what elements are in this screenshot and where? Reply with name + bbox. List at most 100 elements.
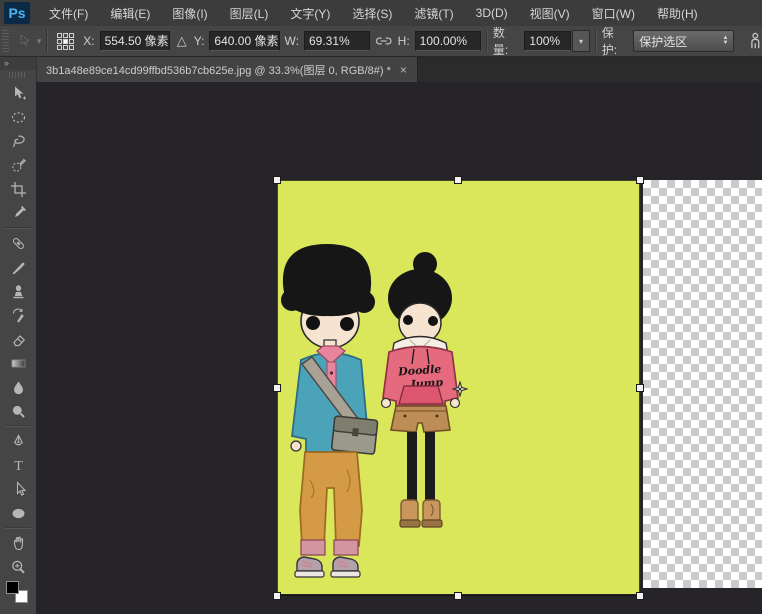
protect-dropdown-value: 保护选区: [639, 33, 687, 50]
transform-reference-point-icon[interactable]: [452, 381, 468, 397]
transform-handle-top-center[interactable]: [454, 176, 462, 184]
eyedropper-tool-button[interactable]: [3, 201, 33, 225]
blur-tool-button[interactable]: [3, 375, 33, 399]
width-label: W:: [285, 34, 299, 48]
elliptical-marquee-tool-button[interactable]: [3, 105, 33, 129]
amount-dropdown-button[interactable]: ▾: [572, 30, 590, 52]
menu-edit[interactable]: 编辑(E): [99, 0, 161, 26]
transform-handle-middle-left[interactable]: [273, 384, 281, 392]
menu-layer[interactable]: 图层(L): [219, 0, 280, 26]
dodge-tool-icon: [10, 403, 27, 420]
protect-dropdown[interactable]: 保护选区 ▲▼: [633, 30, 734, 52]
clone-stamp-tool-button[interactable]: [3, 279, 33, 303]
menu-view[interactable]: 视图(V): [519, 0, 581, 26]
menu-3d[interactable]: 3D(D): [465, 0, 519, 26]
document-tab-title: 3b1a48e89ce14cd99ffbd536b7cb625e.jpg @ 3…: [46, 62, 391, 78]
shape-tool-icon: [10, 505, 27, 522]
brush-tool-icon: [10, 259, 27, 276]
color-swatches[interactable]: [6, 581, 30, 593]
relative-position-toggle[interactable]: △: [175, 33, 189, 49]
photoshop-window: Ps 文件(F) 编辑(E) 图像(I) 图层(L) 文字(Y) 选择(S) 滤…: [0, 0, 762, 614]
healing-brush-tool-button[interactable]: [3, 231, 33, 255]
close-icon[interactable]: ×: [400, 63, 407, 77]
hand-tool-button[interactable]: [3, 531, 33, 555]
transform-handle-bottom-right[interactable]: [636, 592, 644, 600]
crop-tool-icon: [10, 181, 27, 198]
transform-handle-bottom-center[interactable]: [454, 592, 462, 600]
type-tool-icon: T: [10, 457, 27, 474]
menu-select[interactable]: 选择(S): [341, 0, 403, 26]
menu-help[interactable]: 帮助(H): [646, 0, 709, 26]
chevron-down-icon: ▾: [37, 36, 42, 47]
divider: [46, 29, 48, 53]
gradient-tool-button[interactable]: [3, 351, 33, 375]
history-brush-tool-icon: [10, 307, 27, 324]
transform-handle-bottom-left[interactable]: [273, 592, 281, 600]
clone-stamp-tool-icon: [10, 283, 27, 300]
menu-window[interactable]: 窗口(W): [581, 0, 646, 26]
move-tool-button[interactable]: [3, 81, 33, 105]
transform-handle-top-left[interactable]: [273, 176, 281, 184]
protect-skin-tones-icon[interactable]: [749, 32, 762, 50]
y-label: Y:: [194, 34, 205, 48]
menu-filter[interactable]: 滤镜(T): [403, 0, 464, 26]
elliptical-marquee-tool-icon: [10, 109, 27, 126]
divider: [5, 527, 31, 529]
menu-file[interactable]: 文件(F): [38, 0, 99, 26]
tools-panel-grip[interactable]: [9, 72, 27, 78]
options-bar-grip[interactable]: [2, 30, 9, 52]
gradient-tool-icon: [10, 355, 27, 372]
tool-preset-icon: [18, 34, 34, 48]
crop-tool-button[interactable]: [3, 177, 33, 201]
zoom-tool-icon: [10, 559, 27, 576]
tools-panel: »: [0, 57, 37, 614]
type-tool-button[interactable]: T: [3, 453, 33, 477]
link-dimensions-icon[interactable]: [375, 35, 392, 47]
document-tab-bar: 3b1a48e89ce14cd99ffbd536b7cb625e.jpg @ 3…: [36, 57, 762, 82]
reference-point-locator[interactable]: [57, 33, 74, 50]
amount-label: 数量:: [493, 24, 520, 58]
updown-arrows-icon: ▲▼: [722, 36, 728, 46]
height-label: H:: [398, 34, 410, 48]
divider: [5, 227, 31, 229]
brush-tool-button[interactable]: [3, 255, 33, 279]
pen-tool-button[interactable]: [3, 429, 33, 453]
history-brush-tool-button[interactable]: [3, 303, 33, 327]
quick-selection-tool-icon: [10, 157, 27, 174]
divider: [486, 29, 488, 53]
divider: [5, 425, 31, 427]
transform-handle-middle-right[interactable]: [636, 384, 644, 392]
pen-tool-icon: [10, 433, 27, 450]
tool-preset-picker[interactable]: ▾: [18, 34, 42, 48]
lasso-tool-icon: [10, 133, 27, 150]
photoshop-logo: Ps: [4, 2, 30, 24]
shape-tool-button[interactable]: [3, 501, 33, 525]
height-percent-input[interactable]: 100.00%: [415, 31, 481, 51]
healing-brush-tool-icon: [10, 235, 27, 252]
y-position-input[interactable]: 640.00 像素: [209, 31, 279, 51]
menu-type[interactable]: 文字(Y): [279, 0, 341, 26]
document-workspace[interactable]: Doodle Jump: [36, 82, 762, 614]
lasso-tool-button[interactable]: [3, 129, 33, 153]
svg-text:T: T: [14, 459, 23, 474]
x-position-input[interactable]: 554.50 像素: [100, 31, 170, 51]
tools-panel-collapse-button[interactable]: »: [0, 57, 36, 70]
blur-tool-icon: [10, 379, 27, 396]
hand-tool-icon: [10, 535, 27, 552]
foreground-color-swatch[interactable]: [6, 581, 19, 594]
zoom-tool-button[interactable]: [3, 555, 33, 579]
width-percent-input[interactable]: 69.31%: [304, 31, 370, 51]
path-selection-tool-button[interactable]: [3, 477, 33, 501]
eraser-tool-icon: [10, 331, 27, 348]
protect-label: 保护:: [602, 24, 629, 58]
eraser-tool-button[interactable]: [3, 327, 33, 351]
transform-handle-top-right[interactable]: [636, 176, 644, 184]
path-selection-tool-icon: [10, 481, 27, 498]
amount-input[interactable]: 100%: [524, 31, 571, 51]
transparent-canvas-area[interactable]: [643, 180, 762, 588]
divider: [595, 29, 597, 53]
document-tab[interactable]: 3b1a48e89ce14cd99ffbd536b7cb625e.jpg @ 3…: [36, 57, 418, 82]
menu-image[interactable]: 图像(I): [161, 0, 218, 26]
dodge-tool-button[interactable]: [3, 399, 33, 423]
quick-selection-tool-button[interactable]: [3, 153, 33, 177]
